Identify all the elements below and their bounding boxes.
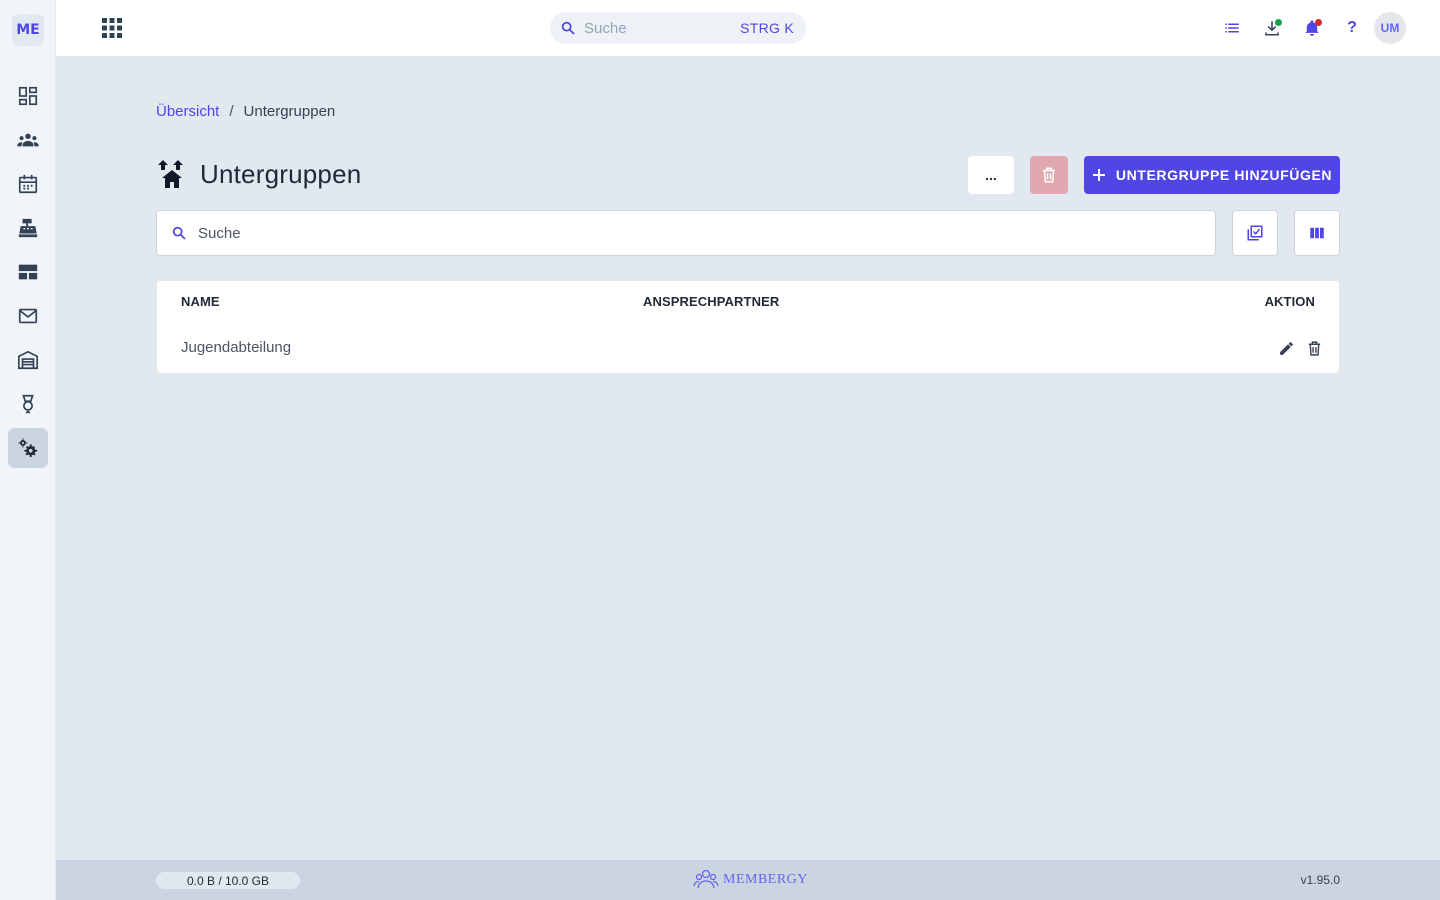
app-logo[interactable]: ME xyxy=(12,14,44,46)
checklist-icon xyxy=(1247,225,1263,241)
brand-logo: MEMBERGY xyxy=(693,868,808,892)
list-search xyxy=(156,210,1216,256)
search-icon xyxy=(172,226,186,240)
breadcrumb-current: Untergruppen xyxy=(243,103,336,120)
sidebar-item-cashbox[interactable] xyxy=(8,208,48,248)
calendar-icon xyxy=(18,174,38,194)
topbar: Suche STRG K ? UM xyxy=(56,0,1440,56)
column-header-action: AKTION xyxy=(1264,294,1315,309)
groups-icon xyxy=(17,133,39,147)
brand-name: MEMBERGY xyxy=(723,872,808,887)
footer: 0.0 B / 10.0 GB MEMBERGY v1.95.0 xyxy=(56,860,1440,900)
column-header-contact[interactable]: ANSPRECHPARTNER xyxy=(643,294,779,309)
settings-icon xyxy=(18,438,38,458)
user-avatar[interactable]: UM xyxy=(1374,12,1406,44)
trash-icon xyxy=(1308,340,1320,356)
subgroups-icon xyxy=(158,160,183,188)
bulk-delete-button[interactable] xyxy=(1030,156,1068,194)
trash-icon xyxy=(1043,167,1055,183)
list-icon xyxy=(1225,23,1239,33)
warehouse-icon xyxy=(18,350,38,370)
sidebar-item-settings[interactable] xyxy=(8,428,48,468)
add-subgroup-button[interactable]: UNTERGRUPPE HINZUFÜGEN xyxy=(1084,156,1340,194)
cash-register-icon xyxy=(18,218,38,238)
global-search-placeholder: Suche xyxy=(584,19,627,37)
storage-usage: 0.0 B / 10.0 GB xyxy=(156,872,300,889)
pencil-icon xyxy=(1279,341,1293,355)
breadcrumb: Übersicht / Untergruppen xyxy=(156,103,335,120)
view-columns-icon xyxy=(1310,227,1324,239)
help-button[interactable]: ? xyxy=(1340,16,1364,40)
task-list-button[interactable] xyxy=(1220,16,1244,40)
cell-name: Jugendabteilung xyxy=(181,339,292,356)
app-version: v1.95.0 xyxy=(1300,873,1340,887)
subgroups-table: NAME ANSPRECHPARTNER AKTION Jugendabteil… xyxy=(156,280,1340,374)
mail-icon xyxy=(18,308,38,324)
sidebar-item-awards[interactable] xyxy=(8,384,48,424)
download-status-dot xyxy=(1275,19,1282,26)
global-search[interactable]: Suche STRG K xyxy=(550,12,806,44)
sidebar-item-members[interactable] xyxy=(8,120,48,160)
sidebar-item-dashboard[interactable] xyxy=(8,76,48,116)
search-icon xyxy=(561,21,575,35)
more-actions-button[interactable]: ... xyxy=(968,156,1014,194)
select-mode-button[interactable] xyxy=(1232,210,1278,256)
membergy-logo-icon xyxy=(693,869,719,889)
table-rows-icon xyxy=(18,264,38,280)
add-subgroup-label: UNTERGRUPPE HINZUFÜGEN xyxy=(1115,167,1333,183)
list-search-input[interactable] xyxy=(198,224,1098,242)
columns-button[interactable] xyxy=(1294,210,1340,256)
apps-menu-button[interactable] xyxy=(100,16,124,40)
column-header-name[interactable]: NAME xyxy=(181,294,220,309)
sidebar: ME xyxy=(0,0,56,900)
plus-icon xyxy=(1092,169,1105,181)
notifications-button[interactable] xyxy=(1300,16,1324,40)
dashboard-icon xyxy=(18,86,38,106)
breadcrumb-root-link[interactable]: Übersicht xyxy=(156,103,219,120)
edit-row-button[interactable] xyxy=(1277,339,1295,357)
notification-badge xyxy=(1315,19,1322,26)
sidebar-item-mail[interactable] xyxy=(8,296,48,336)
page-header: Untergruppen xyxy=(156,158,361,190)
downloads-button[interactable] xyxy=(1260,16,1284,40)
delete-row-button[interactable] xyxy=(1305,339,1323,357)
search-shortcut-hint: STRG K xyxy=(740,20,794,36)
sidebar-item-calendar[interactable] xyxy=(8,164,48,204)
sidebar-item-warehouse[interactable] xyxy=(8,340,48,380)
breadcrumb-separator: / xyxy=(229,103,234,120)
award-icon xyxy=(22,394,34,414)
sidebar-item-tables[interactable] xyxy=(8,252,48,292)
page-title: Untergruppen xyxy=(200,158,362,189)
apps-grid-icon xyxy=(102,18,122,38)
